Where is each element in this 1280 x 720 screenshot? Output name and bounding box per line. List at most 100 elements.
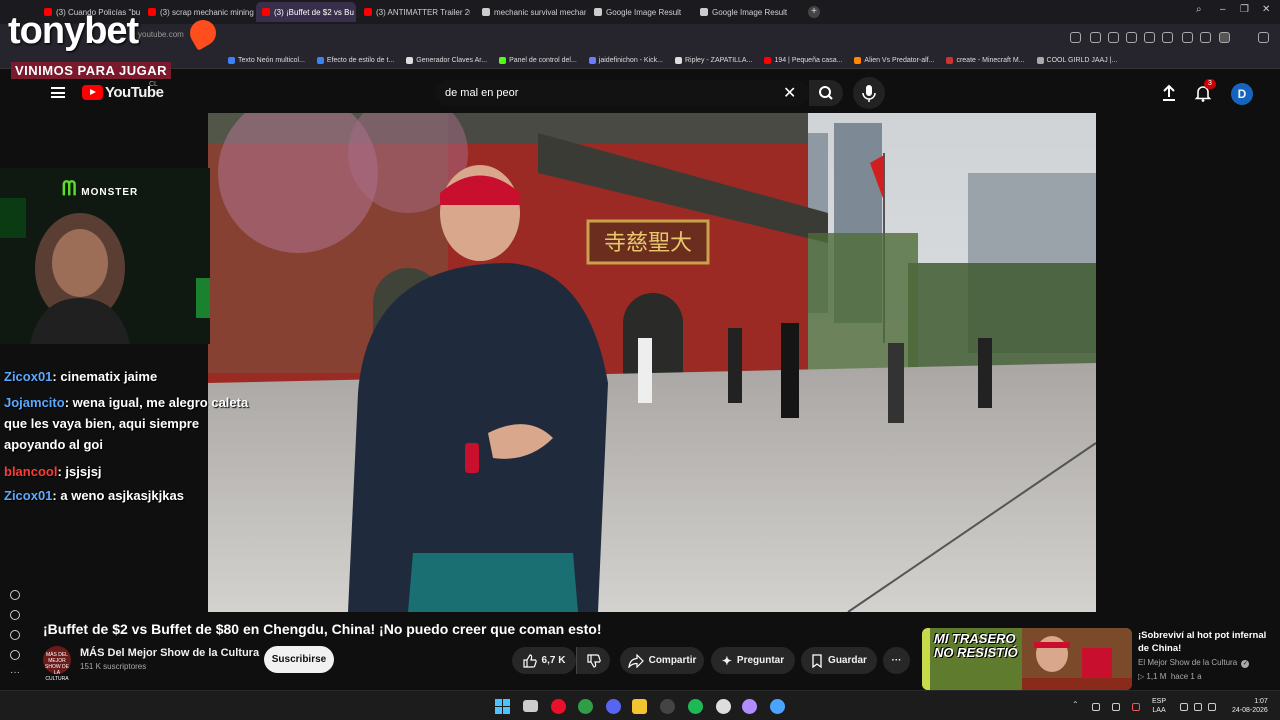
chat-username[interactable]: Zicox01 bbox=[4, 488, 52, 503]
wifi-icon[interactable] bbox=[1180, 703, 1188, 711]
close-icon[interactable]: ✕ bbox=[783, 83, 796, 103]
tab-favicon-icon bbox=[364, 8, 372, 16]
like-button[interactable]: 6,7 K bbox=[512, 647, 576, 674]
clock[interactable]: 1:07 24-08-2026 bbox=[1232, 697, 1268, 715]
tab-favicon-icon bbox=[482, 8, 490, 16]
share-button[interactable]: Compartir bbox=[620, 647, 704, 674]
gear-icon[interactable] bbox=[10, 630, 20, 640]
sidebar-icon[interactable] bbox=[1258, 32, 1269, 43]
bookmark-item[interactable]: Texto Neón multicol... bbox=[228, 56, 305, 64]
recommended-title[interactable]: ¡Sobreviví al hot pot infernal de China! bbox=[1138, 629, 1273, 655]
battery-icon[interactable] bbox=[1208, 703, 1216, 711]
task-view-icon[interactable] bbox=[523, 700, 538, 712]
tray-app-icon[interactable] bbox=[1092, 703, 1100, 711]
tab-favicon-icon bbox=[262, 8, 270, 16]
tab-favicon-icon bbox=[148, 8, 156, 16]
browser-tab[interactable]: mechanic survival mechan bbox=[476, 2, 586, 22]
play-icon[interactable] bbox=[1144, 32, 1155, 43]
upload-icon[interactable] bbox=[1161, 84, 1177, 102]
heart-icon[interactable] bbox=[1162, 32, 1173, 43]
spotify-icon[interactable] bbox=[688, 699, 703, 714]
tray-app-icon[interactable] bbox=[1112, 703, 1120, 711]
chat-username[interactable]: Zicox01 bbox=[4, 369, 52, 384]
start-icon[interactable] bbox=[495, 699, 510, 714]
edge-icon[interactable] bbox=[770, 699, 785, 714]
discord-icon[interactable] bbox=[606, 699, 621, 714]
bookmark-favicon-icon bbox=[228, 56, 235, 64]
video-title: ¡Buffet de $2 vs Buffet de $80 en Chengd… bbox=[43, 621, 602, 637]
close-icon[interactable]: ✕ bbox=[1262, 4, 1270, 15]
bookmark-item[interactable]: jaidefinichon - Kick... bbox=[588, 56, 663, 64]
recommended-thumbnail[interactable]: MI TRASERO NO RESISTIÓ bbox=[922, 628, 1132, 690]
tab-label: Google Image Result bbox=[712, 7, 788, 17]
bookmark-item[interactable]: COOL GIRLD JAAJ |... bbox=[1036, 56, 1117, 64]
voice-search-button[interactable] bbox=[853, 77, 885, 109]
save-button[interactable]: Guardar bbox=[801, 647, 877, 674]
monster-claw-icon: ᗰ bbox=[62, 178, 78, 200]
stream-slogan: VINIMOS PARA JUGAR bbox=[11, 62, 172, 79]
bookmark-item[interactable]: Generador Claves Ar... bbox=[406, 56, 487, 64]
address-bar[interactable]: youtube.com bbox=[138, 30, 184, 39]
chevron-up-icon[interactable]: ⌃ bbox=[1072, 700, 1080, 709]
translate-icon[interactable] bbox=[1090, 32, 1101, 43]
browser-tab[interactable]: (3) ANTIMATTER Trailer 20 bbox=[358, 2, 470, 22]
recommended-channel[interactable]: El Mejor Show de la Cultura ✓ bbox=[1138, 658, 1250, 668]
menu-icon[interactable] bbox=[51, 87, 65, 98]
search-icon[interactable]: ⌕ bbox=[1196, 4, 1202, 15]
tab-label: mechanic survival mechan bbox=[494, 7, 586, 17]
subscribe-button[interactable]: Suscribirse bbox=[264, 646, 334, 673]
search-button[interactable] bbox=[809, 80, 843, 106]
video-player[interactable]: 寺慈聖大 bbox=[208, 113, 1096, 612]
browser-tab[interactable]: Google Image Result bbox=[588, 2, 688, 22]
maximize-icon[interactable]: ❐ bbox=[1240, 4, 1249, 15]
verified-icon: ✓ bbox=[1241, 660, 1250, 668]
thumbs-up-icon bbox=[522, 653, 537, 668]
more-icon[interactable]: ··· bbox=[10, 668, 20, 680]
browser-tab[interactable]: (3) ¡Buffet de $2 vs Bu bbox=[256, 2, 356, 22]
channel-name[interactable]: MÁS Del Mejor Show de la Cultura bbox=[80, 647, 259, 659]
recommended-meta: ▷ 1,1 M hace 1 a bbox=[1138, 672, 1202, 681]
zoom-icon[interactable] bbox=[1070, 32, 1081, 43]
profile-icon[interactable] bbox=[1219, 32, 1230, 43]
bookmark-favicon-icon bbox=[316, 56, 324, 64]
thumbnail-caption: MI TRASERO NO RESISTIÓ bbox=[934, 631, 1018, 660]
new-tab-button[interactable]: + bbox=[808, 6, 820, 18]
chat-username[interactable]: Jojamcito bbox=[4, 395, 65, 410]
tab-favicon-icon bbox=[594, 8, 602, 16]
bookmark-item[interactable]: Panel de control del... bbox=[499, 56, 577, 64]
steam-icon[interactable] bbox=[716, 699, 731, 714]
bookmark-item[interactable]: Efecto de estilo de t... bbox=[316, 56, 394, 64]
notification-badge: 3 bbox=[1204, 79, 1216, 89]
ask-button[interactable]: ✦ Preguntar bbox=[711, 647, 795, 674]
lightbulb-icon[interactable] bbox=[10, 650, 20, 660]
settings-icon[interactable] bbox=[1200, 32, 1211, 43]
chat-username[interactable]: blancool bbox=[4, 464, 57, 479]
avatar[interactable]: D bbox=[1231, 83, 1253, 105]
minimize-icon[interactable]: – bbox=[1220, 4, 1226, 15]
browser-tab[interactable]: Google Image Result bbox=[694, 2, 802, 22]
history-icon[interactable] bbox=[10, 610, 20, 620]
bookmark-item[interactable]: Alien Vs Predator-alf... bbox=[854, 56, 934, 64]
search-box[interactable]: ✕ bbox=[435, 80, 809, 106]
heart-icon[interactable] bbox=[10, 590, 20, 600]
dislike-button[interactable] bbox=[576, 647, 610, 674]
bookmark-item[interactable]: create - Minecraft M... bbox=[946, 56, 1025, 64]
file-explorer-icon[interactable] bbox=[632, 699, 647, 714]
download-icon[interactable] bbox=[1182, 32, 1193, 43]
app-icon[interactable] bbox=[742, 699, 757, 714]
search-input[interactable] bbox=[445, 87, 745, 99]
browser-tab[interactable]: (3) scrap mechanic mining bbox=[142, 2, 254, 22]
opera-gx-icon[interactable] bbox=[551, 699, 566, 714]
xbox-icon[interactable] bbox=[578, 699, 593, 714]
microphone-icon[interactable] bbox=[1132, 703, 1140, 711]
more-actions-button[interactable]: ··· bbox=[883, 647, 910, 674]
screenshot-icon[interactable] bbox=[1108, 32, 1119, 43]
obs-icon[interactable] bbox=[660, 699, 675, 714]
youtube-logo-icon[interactable] bbox=[82, 85, 103, 100]
shield-icon[interactable] bbox=[1126, 32, 1137, 43]
language-indicator[interactable]: ESP LAA bbox=[1152, 697, 1166, 715]
bookmark-item[interactable]: Ripley - ZAPATILLA... bbox=[675, 56, 752, 64]
bookmark-item[interactable]: 194 | Pequeña casa... bbox=[764, 56, 842, 64]
volume-icon[interactable] bbox=[1194, 703, 1202, 711]
channel-avatar[interactable]: MÁS DEL MEJOR SHOW DE LA CULTURA bbox=[43, 646, 71, 682]
